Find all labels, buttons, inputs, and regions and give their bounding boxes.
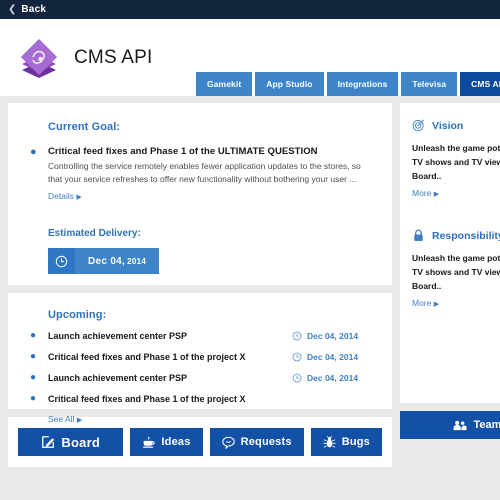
responsibility-line-1: Unleash the game pot [412, 253, 500, 263]
people-icon [453, 419, 467, 432]
current-goal-title: Current Goal: [48, 121, 121, 133]
lock-icon [412, 229, 425, 242]
upcoming-row[interactable]: ● Critical feed fixes and Phase 1 of the… [24, 393, 376, 405]
chevron-left-icon: ❮ [8, 3, 17, 15]
tab-televisa[interactable]: Televisa [401, 72, 458, 96]
side-column: Vision Unleash the game pot TV shows and… [400, 103, 500, 439]
current-goal-card: Current Goal: ● Critical feed fixes and … [8, 103, 392, 285]
upcoming-date-group: Dec 04, 2014 [292, 331, 376, 341]
vision-more-label: More [412, 188, 432, 198]
pencil-square-icon [41, 435, 55, 449]
upcoming-row[interactable]: ● Launch achievement center PSP Dec 04, … [24, 330, 376, 342]
tab-cms-api[interactable]: CMS API [460, 72, 500, 96]
main-column: Current Goal: ● Critical feed fixes and … [8, 103, 392, 467]
upcoming-date: Dec 04, 2014 [307, 352, 359, 362]
upcoming-title: Upcoming: [48, 309, 107, 321]
vision-more-link[interactable]: More ▶ [412, 188, 439, 198]
clock-icon [292, 352, 302, 362]
back-label: Back [21, 4, 47, 15]
team-button[interactable]: Team [400, 411, 500, 439]
responsibility-title: Responsibility [432, 229, 500, 242]
delivery-date-text: Dec 04, [88, 255, 126, 267]
side-info-card: Vision Unleash the game pot TV shows and… [400, 103, 500, 403]
delivery-year-text: 2014 [127, 256, 147, 266]
clock-icon [48, 248, 75, 274]
coffee-cup-icon [142, 435, 156, 449]
team-button-label: Team [473, 419, 500, 431]
clock-icon [292, 373, 302, 383]
bugs-button-label: Bugs [341, 436, 370, 448]
tab-gamekit[interactable]: Gamekit [196, 72, 253, 96]
goal-item-description: Controlling the service remotely enables… [48, 161, 361, 184]
current-goal-item: ● Critical feed fixes and Phase 1 of the… [24, 146, 376, 204]
requests-button[interactable]: Requests [209, 428, 304, 456]
see-all-label: See All [48, 414, 75, 424]
back-bar[interactable]: ❮ Back [0, 0, 500, 19]
arrow-right-icon: ▶ [76, 194, 82, 201]
stacked-layers-logo [18, 37, 60, 79]
bullet-icon: ● [30, 372, 37, 383]
responsibility-line-2: TV shows and TV view [412, 267, 500, 277]
bugs-button[interactable]: Bugs [310, 428, 382, 456]
arrow-right-icon: ▶ [433, 301, 440, 308]
board-button-label: Board [61, 434, 100, 450]
requests-button-label: Requests [240, 436, 292, 448]
upcoming-row[interactable]: ● Launch achievement center PSP Dec 04, … [24, 372, 376, 384]
bullet-icon: ● [30, 351, 37, 362]
upcoming-date-group: Dec 04, 2014 [292, 373, 376, 383]
board-button[interactable]: Board [18, 428, 124, 456]
page-title: CMS API [74, 46, 153, 68]
vision-line-3: Board.. [412, 171, 442, 181]
speech-bubble-icon [221, 436, 235, 449]
action-button-row: Board Ideas Requests Bugs [18, 428, 382, 456]
vision-section: Vision Unleash the game pot TV shows and… [412, 119, 500, 201]
vision-text: Unleash the game pot TV shows and TV vie… [412, 141, 500, 183]
upcoming-date: Dec 04, 2014 [307, 373, 359, 383]
responsibility-line-3: Board.. [412, 281, 442, 291]
bug-icon [323, 435, 336, 449]
responsibility-section: Responsibility Unleash the game pot TV s… [412, 229, 500, 311]
clock-icon [292, 331, 302, 341]
estimated-delivery-badge[interactable]: Dec 04, 2014 [48, 248, 160, 274]
estimated-delivery-date: Dec 04, 2014 [75, 248, 160, 274]
upcoming-date: Dec 04, 2014 [307, 331, 359, 341]
vision-line-1: Unleash the game pot [412, 143, 500, 153]
page-body: Current Goal: ● Critical feed fixes and … [0, 96, 500, 500]
details-link-label: Details [48, 191, 74, 201]
upcoming-label: Critical feed fixes and Phase 1 of the p… [48, 394, 246, 404]
responsibility-header: Responsibility [412, 229, 500, 242]
app-header: CMS API Gamekit App Studio Integrations … [0, 19, 500, 96]
upcoming-row[interactable]: ● Critical feed fixes and Phase 1 of the… [24, 351, 376, 363]
see-all-link[interactable]: See All ▶ [48, 414, 82, 424]
upcoming-label: Critical feed fixes and Phase 1 of the p… [48, 352, 246, 362]
bullet-icon: ● [30, 330, 37, 341]
upcoming-label: Launch achievement center PSP [48, 373, 188, 383]
ideas-button[interactable]: Ideas [130, 428, 203, 456]
upcoming-card: Upcoming: ● Launch achievement center PS… [8, 293, 392, 424]
target-icon [412, 119, 425, 132]
upcoming-date-group: Dec 04, 2014 [292, 352, 376, 362]
arrow-right-icon: ▶ [76, 417, 83, 424]
arrow-right-icon: ▶ [433, 191, 440, 198]
responsibility-more-label: More [412, 298, 432, 308]
responsibility-text: Unleash the game pot TV shows and TV vie… [412, 251, 500, 293]
vision-title: Vision [432, 119, 464, 132]
bullet-icon: ● [30, 146, 37, 158]
goal-item-title: Critical feed fixes and Phase 1 of the U… [48, 146, 318, 157]
vision-line-2: TV shows and TV view [412, 157, 500, 167]
tab-app-studio[interactable]: App Studio [255, 72, 324, 96]
tab-integrations[interactable]: Integrations [326, 72, 399, 96]
bullet-icon: ● [30, 393, 37, 404]
tab-bar: Gamekit App Studio Integrations Televisa… [196, 72, 500, 96]
upcoming-label: Launch achievement center PSP [48, 331, 188, 341]
details-link[interactable]: Details ▶ [48, 191, 82, 201]
estimated-delivery-title: Estimated Delivery: [48, 228, 141, 239]
app-screen: ❮ Back CMS API Gamekit App Studio Integr… [0, 0, 500, 500]
ideas-button-label: Ideas [161, 436, 191, 448]
responsibility-more-link[interactable]: More ▶ [412, 298, 439, 308]
vision-header: Vision [412, 119, 500, 132]
